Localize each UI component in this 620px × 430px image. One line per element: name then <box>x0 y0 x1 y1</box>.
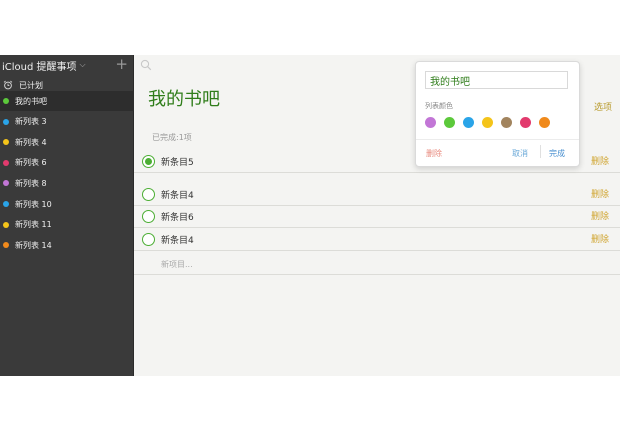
cancel-button[interactable]: 取消 <box>512 148 528 159</box>
list-title: 我的书吧 <box>148 89 220 110</box>
reminder-label[interactable]: 新条目6 <box>161 210 194 223</box>
color-swatches <box>425 117 550 128</box>
reminder-row[interactable]: 新条目4 删除 <box>134 183 620 206</box>
reminder-row[interactable]: 新条目6 删除 <box>134 205 620 228</box>
sidebar-item-label: 新列表 3 <box>15 117 47 127</box>
sidebar-item-label: 新列表 6 <box>15 158 47 168</box>
sidebar-item-label: 我的书吧 <box>15 96 47 106</box>
delete-button[interactable]: 删除 <box>591 154 609 167</box>
sidebar-list-item[interactable]: 我的书吧 <box>0 91 134 111</box>
list-color-dot <box>3 201 9 207</box>
delete-button[interactable]: 删除 <box>591 187 609 200</box>
color-swatch[interactable] <box>425 117 436 128</box>
list-color-dot <box>3 180 9 187</box>
reminder-label[interactable]: 新条目5 <box>161 155 194 168</box>
add-list-button[interactable]: + <box>115 56 128 72</box>
list-name-field[interactable] <box>425 71 568 89</box>
sidebar-item-label: 新列表 10 <box>15 199 52 209</box>
sidebar: iCloud 提醒事项 ⌵ + 已计划 我的书吧新列表 3 新列表 4 新列表 6 新… <box>0 55 134 376</box>
delete-button[interactable]: 删除 <box>591 209 609 222</box>
options-button[interactable]: 选项 <box>594 100 612 113</box>
color-swatch[interactable] <box>482 117 493 128</box>
sidebar-list-item[interactable]: 新列表 11 <box>0 215 134 235</box>
color-swatch[interactable] <box>539 117 550 128</box>
alarm-clock-icon <box>3 80 13 90</box>
delete-button[interactable]: 删除 <box>591 232 609 245</box>
color-swatch[interactable] <box>463 117 474 128</box>
list-color-dot <box>3 98 9 104</box>
list-color-dot <box>3 242 9 249</box>
divider <box>416 139 579 140</box>
reminder-label[interactable]: 新条目4 <box>161 233 194 246</box>
sidebar-list-item[interactable]: 新列表 3 <box>0 112 134 132</box>
complete-checkbox[interactable] <box>142 155 155 168</box>
sidebar-list-item[interactable]: 新列表 8 <box>0 173 134 193</box>
sidebar-item-label: 新列表 4 <box>15 137 47 147</box>
delete-list-button[interactable]: 删除 <box>426 148 442 159</box>
sidebar-item-label: 新列表 8 <box>15 178 47 188</box>
sidebar-list-item[interactable]: 新列表 10 <box>0 194 134 214</box>
reminder-label[interactable]: 新条目4 <box>161 188 194 201</box>
list-color-dot <box>3 221 9 228</box>
list-settings-popover: 列表颜色 删除 取消 完成 <box>415 61 580 167</box>
done-button[interactable]: 完成 <box>549 148 565 159</box>
complete-checkbox[interactable] <box>142 188 155 201</box>
sidebar-list-item[interactable]: 新列表 14 <box>0 235 134 255</box>
sidebar-item-label: 新列表 11 <box>15 220 52 230</box>
reminder-row[interactable]: 新条目4 删除 <box>134 228 620 251</box>
complete-checkbox[interactable] <box>142 210 155 223</box>
sidebar-item-label: 已计划 <box>19 80 43 90</box>
account-title[interactable]: iCloud 提醒事项 <box>2 58 77 73</box>
list-color-dot <box>3 139 9 146</box>
list-color-dot <box>3 118 9 125</box>
sidebar-list-item[interactable]: 新列表 4 <box>0 132 134 152</box>
color-swatch[interactable] <box>501 117 512 128</box>
complete-checkbox[interactable] <box>142 233 155 246</box>
sidebar-item-label: 新列表 14 <box>15 240 52 250</box>
color-swatch[interactable] <box>520 117 531 128</box>
new-item-input[interactable]: 新项目... <box>161 259 193 270</box>
divider <box>134 274 620 275</box>
list-color-dot <box>3 159 9 166</box>
completed-count: 已完成:1项 <box>152 133 192 142</box>
list-color-caption: 列表颜色 <box>425 102 453 110</box>
divider <box>540 145 541 158</box>
sidebar-list-item[interactable]: 新列表 6 <box>0 153 134 173</box>
search-icon[interactable] <box>140 59 152 71</box>
sidebar-header[interactable]: iCloud 提醒事项 ⌵ + <box>0 55 134 75</box>
chevron-down-icon[interactable]: ⌵ <box>80 60 86 70</box>
color-swatch[interactable] <box>444 117 455 128</box>
